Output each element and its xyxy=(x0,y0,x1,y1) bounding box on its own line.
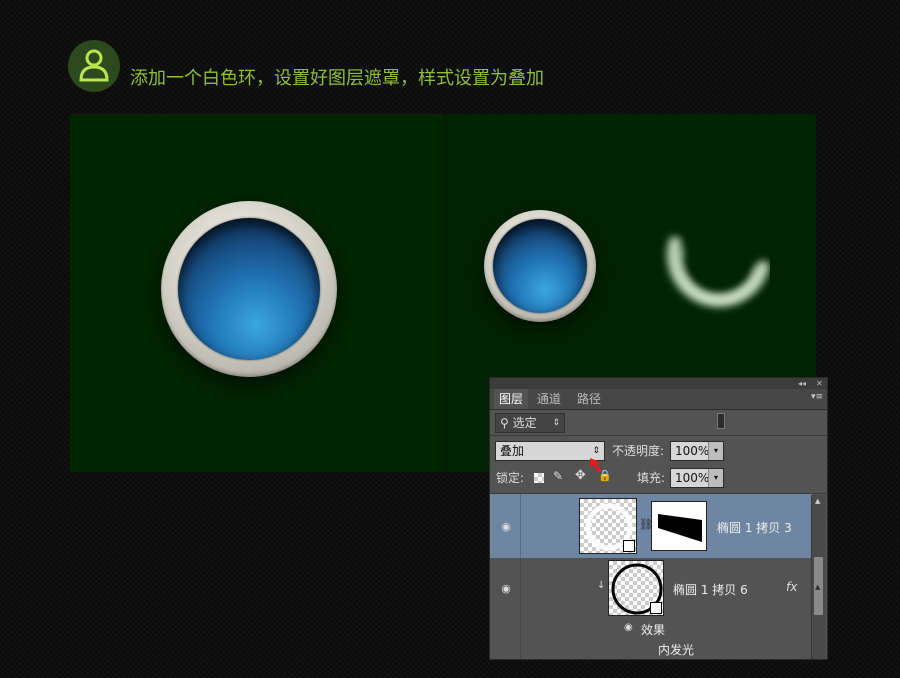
filter-toggle-switch[interactable] xyxy=(717,413,725,429)
blend-mode-value: 叠加 xyxy=(500,444,525,458)
large-lens xyxy=(178,218,320,360)
chevron-down-icon[interactable]: ▾ xyxy=(708,442,723,460)
white-glow-crescent xyxy=(666,236,770,308)
divider xyxy=(490,435,827,436)
search-icon: ⚲ xyxy=(500,416,509,430)
opacity-value: 100% xyxy=(675,444,710,458)
lock-icon[interactable]: 🔒 xyxy=(598,469,612,482)
scroll-up-icon[interactable]: ▲ xyxy=(815,583,820,591)
panel-tabs: 图层 通道 路径 ▾≡ xyxy=(490,389,827,410)
eye-icon[interactable]: ◉ xyxy=(498,582,514,595)
eye-icon[interactable]: ◉ xyxy=(624,622,633,633)
lock-transparent-icon[interactable] xyxy=(534,473,544,483)
layer-thumbnail[interactable] xyxy=(579,498,637,554)
step-badge xyxy=(68,40,120,92)
effects-label: 效果 xyxy=(641,623,666,637)
layer-name[interactable]: 椭圆 1 拷贝 3 xyxy=(717,519,792,536)
shape-layer-icon xyxy=(650,602,662,614)
layers-scrollbar[interactable]: ▲ ▲ xyxy=(811,495,826,659)
fx-icon[interactable]: fx xyxy=(786,580,797,594)
fill-label: 填充: xyxy=(637,471,666,485)
tab-layers[interactable]: 图层 xyxy=(494,389,528,409)
layer-row-selected[interactable]: ◉ ⛓ 椭圆 1 拷贝 3 xyxy=(490,494,812,558)
opacity-input[interactable]: 100% ▾ xyxy=(670,441,724,461)
eye-icon[interactable]: ◉ xyxy=(498,520,514,533)
tab-paths[interactable]: 路径 xyxy=(572,389,606,409)
brush-icon[interactable]: ✎ xyxy=(553,469,563,483)
lock-label: 锁定: xyxy=(496,471,525,485)
layer-name[interactable]: 椭圆 1 拷贝 6 xyxy=(673,581,748,598)
layer-row[interactable]: ◉ ↓ 椭圆 1 拷贝 6 fx ◉ 效果 内发光 xyxy=(490,559,812,659)
divider xyxy=(520,494,521,558)
mask-gradient-icon xyxy=(658,514,702,542)
chevron-down-icon[interactable]: ▾ xyxy=(708,469,723,487)
move-icon[interactable]: ✥ xyxy=(575,468,586,483)
layer-thumbnail[interactable] xyxy=(608,560,664,616)
small-lens xyxy=(493,219,587,313)
effect-inner-glow[interactable]: 内发光 xyxy=(658,641,694,658)
panel-menu-icon[interactable]: ▾≡ xyxy=(811,392,823,402)
scroll-up-icon[interactable]: ▲ xyxy=(815,497,820,505)
stepper-icon: ⇕ xyxy=(552,418,560,428)
step-title: 添加一个白色环，设置好图层遮罩，样式设置为叠加 xyxy=(130,68,544,89)
filter-value: 选定 xyxy=(512,416,537,430)
tab-channels[interactable]: 通道 xyxy=(532,389,566,409)
panel-topbar: ◂◂ ✕ xyxy=(490,378,827,389)
divider xyxy=(520,559,521,659)
fill-value: 100% xyxy=(675,471,710,485)
step-person-icon xyxy=(79,49,109,82)
layers-panel: ◂◂ ✕ 图层 通道 路径 ▾≡ ⚲ 选定 ⇕ 叠加 ⇕ 不透明度: 100% … xyxy=(489,377,828,660)
close-panel-button[interactable]: ✕ xyxy=(816,378,823,389)
collapse-panel-button[interactable]: ◂◂ xyxy=(798,378,806,389)
layer-filter-select[interactable]: ⚲ 选定 ⇕ xyxy=(495,413,565,433)
opacity-label: 不透明度: xyxy=(612,444,665,458)
clipping-arrow-icon: ↓ xyxy=(597,580,606,591)
fill-input[interactable]: 100% ▾ xyxy=(670,468,724,488)
layer-mask-thumbnail[interactable] xyxy=(651,501,707,551)
shape-layer-icon xyxy=(623,540,635,552)
